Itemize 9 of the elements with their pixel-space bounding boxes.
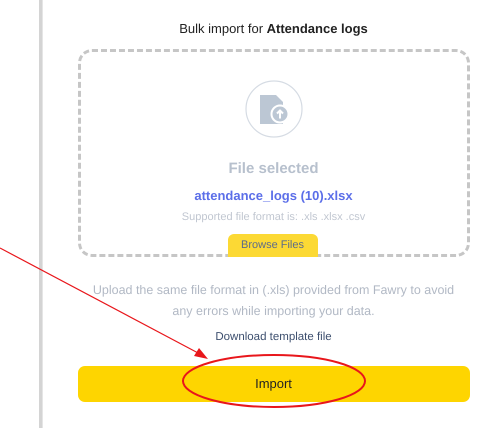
file-name: attendance_logs (10).xlsx	[194, 187, 353, 205]
file-upload-icon	[244, 80, 302, 138]
download-template-link[interactable]: Download template file	[215, 328, 332, 346]
browse-files-button[interactable]: Browse Files	[228, 234, 318, 256]
dialog-title: Bulk import for Attendance logs	[179, 20, 368, 38]
hint-text: Upload the same file format in (.xls) provided from Fawry to avoid any errors while importing your data.	[92, 282, 456, 320]
supported-formats: Supported file format is: .xls .xlsx .csv	[182, 210, 366, 224]
import-button[interactable]: Import	[78, 366, 470, 402]
status-text: File selected	[228, 158, 319, 178]
